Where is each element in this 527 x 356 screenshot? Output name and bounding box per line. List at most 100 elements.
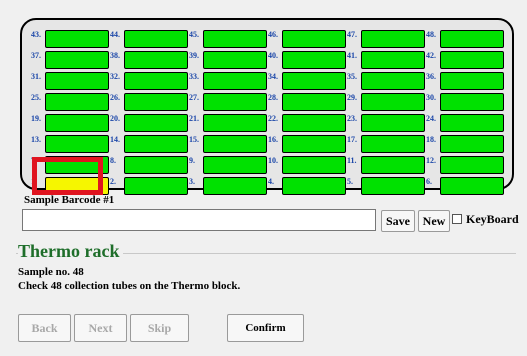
tube-slot[interactable]: 11. [347,155,427,175]
tube-slot[interactable]: 10. [268,155,348,175]
collection-tube[interactable] [361,93,425,111]
collection-tube[interactable] [203,177,267,195]
new-button[interactable]: New [418,210,450,232]
collection-tube[interactable] [440,51,504,69]
collection-tube[interactable] [282,51,346,69]
collection-tube[interactable] [124,51,188,69]
collection-tube[interactable] [124,93,188,111]
tube-slot[interactable]: 33. [189,71,269,91]
tube-slot[interactable]: 23. [347,113,427,133]
tube-slot[interactable]: 16. [268,134,348,154]
collection-tube[interactable] [203,72,267,90]
collection-tube[interactable] [361,51,425,69]
tube-slot[interactable]: 38. [110,50,190,70]
confirm-button[interactable]: Confirm [227,314,304,342]
collection-tube[interactable] [282,156,346,174]
tube-slot[interactable]: 20. [110,113,190,133]
collection-tube[interactable] [124,177,188,195]
tube-slot[interactable]: 40. [268,50,348,70]
tube-slot[interactable]: 45. [189,29,269,49]
tube-slot[interactable]: 42. [426,50,506,70]
save-button[interactable]: Save [381,210,415,232]
collection-tube[interactable] [45,114,109,132]
tube-slot[interactable]: 43. [31,29,111,49]
tube-slot[interactable]: 31. [31,71,111,91]
tube-slot[interactable]: 30. [426,92,506,112]
collection-tube[interactable] [361,72,425,90]
collection-tube[interactable] [45,72,109,90]
tube-slot[interactable]: 48. [426,29,506,49]
collection-tube[interactable] [203,30,267,48]
tube-slot[interactable]: 24. [426,113,506,133]
tube-slot[interactable]: 15. [189,134,269,154]
collection-tube[interactable] [124,135,188,153]
collection-tube[interactable] [203,156,267,174]
collection-tube[interactable] [361,30,425,48]
collection-tube[interactable] [282,114,346,132]
tube-slot[interactable]: 6. [426,176,506,196]
collection-tube[interactable] [203,135,267,153]
collection-tube[interactable] [282,135,346,153]
tube-slot[interactable]: 17. [347,134,427,154]
tube-slot[interactable]: 5. [347,176,427,196]
tube-slot[interactable]: 22. [268,113,348,133]
tube-slot[interactable]: 4. [268,176,348,196]
tube-slot[interactable]: 47. [347,29,427,49]
tube-slot[interactable]: 39. [189,50,269,70]
collection-tube[interactable] [282,30,346,48]
collection-tube[interactable] [440,156,504,174]
collection-tube[interactable] [124,72,188,90]
collection-tube[interactable] [124,30,188,48]
collection-tube[interactable] [124,114,188,132]
tube-slot[interactable]: 32. [110,71,190,91]
tube-slot[interactable]: 25. [31,92,111,112]
collection-tube[interactable] [440,135,504,153]
collection-tube[interactable] [361,177,425,195]
tube-slot[interactable]: 18. [426,134,506,154]
next-button[interactable]: Next [74,314,127,342]
collection-tube[interactable] [45,135,109,153]
tube-slot[interactable]: 8. [110,155,190,175]
tube-slot[interactable]: 3. [189,176,269,196]
collection-tube[interactable] [361,135,425,153]
tube-slot[interactable]: 13. [31,134,111,154]
tube-slot[interactable]: 14. [110,134,190,154]
barcode-input[interactable] [22,209,376,231]
tube-slot[interactable]: 35. [347,71,427,91]
collection-tube[interactable] [45,93,109,111]
tube-slot[interactable]: 26. [110,92,190,112]
tube-slot[interactable]: 2. [110,176,190,196]
collection-tube[interactable] [282,93,346,111]
collection-tube[interactable] [45,30,109,48]
collection-tube[interactable] [440,177,504,195]
skip-button[interactable]: Skip [130,314,189,342]
collection-tube[interactable] [203,93,267,111]
tube-slot[interactable]: 12. [426,155,506,175]
collection-tube[interactable] [361,156,425,174]
collection-tube[interactable] [203,114,267,132]
tube-slot[interactable]: 36. [426,71,506,91]
tube-slot[interactable]: 19. [31,113,111,133]
collection-tube[interactable] [440,93,504,111]
collection-tube[interactable] [282,72,346,90]
tube-slot[interactable]: 9. [189,155,269,175]
collection-tube[interactable] [282,177,346,195]
back-button[interactable]: Back [18,314,71,342]
tube-slot[interactable]: 21. [189,113,269,133]
collection-tube[interactable] [440,30,504,48]
collection-tube[interactable] [361,114,425,132]
tube-slot[interactable]: 34. [268,71,348,91]
tube-slot[interactable]: 27. [189,92,269,112]
tube-slot[interactable]: 37. [31,50,111,70]
collection-tube[interactable] [45,51,109,69]
tube-slot[interactable]: 28. [268,92,348,112]
collection-tube[interactable] [440,72,504,90]
tube-slot[interactable]: 41. [347,50,427,70]
keyboard-checkbox[interactable] [452,214,462,224]
tube-slot[interactable]: 46. [268,29,348,49]
collection-tube[interactable] [440,114,504,132]
collection-tube[interactable] [203,51,267,69]
tube-slot[interactable]: 29. [347,92,427,112]
tube-slot[interactable]: 44. [110,29,190,49]
collection-tube[interactable] [124,156,188,174]
